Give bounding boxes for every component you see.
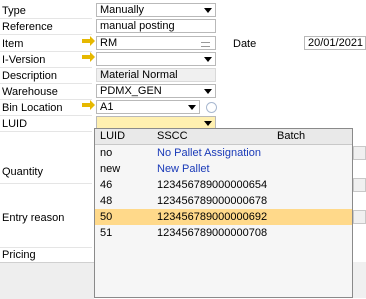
reference-field[interactable]: manual posting	[96, 19, 216, 33]
list-item[interactable]: no No Pallet Assignation	[95, 145, 352, 161]
link-arrow-icon[interactable]	[82, 36, 95, 46]
luid-cell: new	[100, 163, 121, 175]
luid-cell: 46	[100, 179, 113, 191]
description-field: Material Normal	[96, 68, 216, 82]
footer-panel	[0, 262, 94, 299]
type-label: Type	[2, 5, 26, 17]
list-item[interactable]: 51 123456789000000708	[95, 225, 352, 241]
entry-reason-label: Entry reason	[2, 212, 65, 224]
list-item-selected[interactable]: 50 123456789000000692	[95, 209, 352, 225]
type-select[interactable]: Manually	[96, 3, 216, 17]
column-header-batch[interactable]: Batch	[277, 130, 305, 142]
reference-value: manual posting	[100, 20, 175, 32]
column-header-sscc[interactable]: SSCC	[157, 130, 188, 142]
sscc-cell: 123456789000000654	[157, 179, 268, 191]
bin-location-row: Bin Location A1	[0, 100, 366, 116]
list-item[interactable]: 46 123456789000000654	[95, 177, 352, 193]
link-arrow-icon[interactable]	[82, 52, 95, 62]
chevron-down-icon[interactable]	[204, 121, 212, 126]
warehouse-select[interactable]: PDMX_GEN	[96, 84, 216, 98]
sscc-cell: 123456789000000678	[157, 195, 268, 207]
iversion-label: I-Version	[2, 54, 46, 66]
item-value: RM	[100, 37, 118, 49]
background-field	[353, 178, 366, 192]
divider	[0, 183, 92, 184]
info-icon[interactable]	[206, 102, 217, 113]
luid-cell: 50	[100, 211, 113, 223]
list-icon[interactable]	[201, 42, 210, 47]
type-value: Manually	[100, 4, 145, 16]
sscc-cell: New Pallet	[157, 163, 210, 175]
sscc-cell: 123456789000000708	[157, 227, 268, 239]
list-item[interactable]: 48 123456789000000678	[95, 193, 352, 209]
divider	[0, 34, 92, 35]
chevron-down-icon[interactable]	[204, 57, 212, 62]
type-row: Type Manually	[0, 3, 366, 19]
list-item[interactable]: new New Pallet	[95, 161, 352, 177]
background-panel	[353, 262, 366, 298]
iversion-row: I-Version	[0, 52, 366, 68]
background-field	[353, 210, 366, 224]
warehouse-row: Warehouse PDMX_GEN	[0, 84, 366, 100]
warehouse-label: Warehouse	[2, 86, 58, 98]
warehouse-value: PDMX_GEN	[100, 85, 162, 97]
dropdown-header: LUID SSCC Batch	[95, 129, 352, 145]
luid-cell: 48	[100, 195, 113, 207]
sscc-cell: 123456789000000692	[157, 211, 268, 223]
date-label: Date	[233, 38, 257, 50]
date-field[interactable]: 20/01/2021	[304, 36, 366, 50]
reference-label: Reference	[2, 21, 53, 33]
chevron-down-icon[interactable]	[204, 8, 212, 13]
luid-dropdown-list[interactable]: LUID SSCC Batch no No Pallet Assignation…	[94, 128, 353, 298]
date-value: 20/01/2021	[308, 37, 364, 49]
item-field[interactable]: RM	[96, 36, 216, 50]
sscc-cell: No Pallet Assignation	[157, 147, 261, 159]
divider	[0, 247, 92, 248]
reference-row: Reference manual posting	[0, 19, 366, 35]
quantity-label: Quantity	[2, 166, 43, 178]
luid-label: LUID	[2, 118, 28, 130]
column-header-luid[interactable]: LUID	[100, 130, 125, 142]
divider	[0, 131, 92, 132]
item-row: Item RM Date 20/01/2021	[0, 36, 366, 52]
description-value: Material Normal	[100, 69, 178, 81]
description-label: Description	[2, 70, 58, 82]
luid-cell: 51	[100, 227, 113, 239]
chevron-down-icon[interactable]	[204, 89, 212, 94]
bin-location-value: A1	[100, 101, 114, 113]
background-field	[353, 146, 366, 160]
iversion-select[interactable]	[96, 52, 216, 66]
item-label: Item	[2, 38, 24, 50]
bin-location-select[interactable]: A1	[96, 100, 200, 114]
link-arrow-icon[interactable]	[82, 100, 95, 110]
luid-cell: no	[100, 147, 113, 159]
pricing-label: Pricing	[2, 249, 36, 261]
chevron-down-icon[interactable]	[188, 105, 196, 110]
bin-location-label: Bin Location	[2, 102, 63, 114]
description-row: Description Material Normal	[0, 68, 366, 84]
